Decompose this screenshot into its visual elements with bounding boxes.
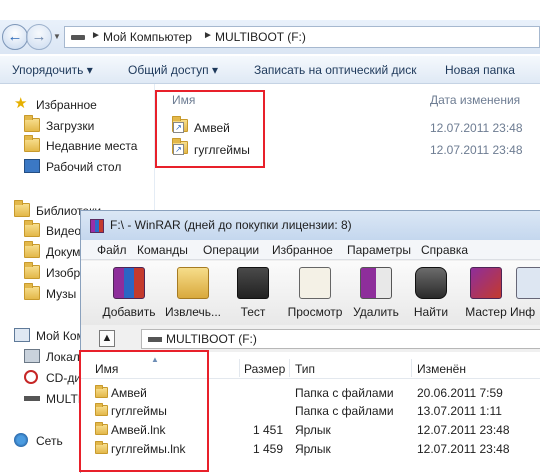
- downloads-folder-icon: [24, 115, 40, 132]
- column-header-date[interactable]: Дата изменения: [430, 93, 520, 107]
- row-size: 1 451: [252, 423, 283, 437]
- history-dropdown-icon[interactable]: ▼: [53, 32, 61, 41]
- row-modified: 20.06.2011 7:59: [417, 386, 503, 400]
- delete-icon: [360, 267, 392, 299]
- row-type: Ярлык: [295, 442, 331, 456]
- music-library-icon: [24, 283, 40, 300]
- winrar-app-icon: [90, 219, 104, 233]
- extract-button[interactable]: Извлечь...: [161, 265, 225, 323]
- find-binoculars-icon: [415, 267, 447, 299]
- recent-places-icon: [24, 135, 40, 152]
- row-modified: 12.07.2011 23:48: [417, 442, 510, 456]
- share-button[interactable]: Общий доступ ▾: [128, 63, 218, 77]
- column-header-size[interactable]: Размер: [244, 362, 285, 376]
- winrar-title-bar[interactable]: F:\ - WinRAR (дней до покупки лицензии: …: [81, 211, 540, 240]
- breadcrumb-drive[interactable]: MULTIBOOT (F:): [215, 30, 306, 44]
- address-bar: ← → ▼ ► Мой Компьютер ► MULTIBOOT (F:): [0, 20, 540, 54]
- column-header-type[interactable]: Тип: [295, 362, 315, 376]
- extract-folder-icon: [177, 267, 209, 299]
- images-library-icon: [24, 262, 40, 279]
- video-library-icon: [24, 220, 40, 237]
- path-field[interactable]: MULTIBOOT (F:): [141, 329, 540, 349]
- menu-file[interactable]: Файл: [97, 243, 127, 257]
- column-divider[interactable]: [239, 359, 240, 377]
- cd-drive-icon: [24, 370, 38, 384]
- command-bar: Упорядочить ▾ Общий доступ ▾ Записать на…: [0, 56, 540, 84]
- breadcrumb-arrow-icon[interactable]: ►: [203, 30, 213, 41]
- row-type: Ярлык: [295, 423, 331, 437]
- winrar-menu-bar: Файл Команды Операции Избранное Параметр…: [81, 240, 540, 260]
- view-glasses-icon: [299, 267, 331, 299]
- winrar-window: F:\ - WinRAR (дней до покупки лицензии: …: [79, 210, 540, 473]
- winrar-title: F:\ - WinRAR (дней до покупки лицензии: …: [110, 218, 352, 232]
- winrar-toolbar: Добавить Извлечь... Тест Просмотр Удалит…: [81, 261, 540, 325]
- archive-books-icon: [113, 267, 145, 299]
- info-button[interactable]: Инф: [506, 265, 540, 323]
- row-modified: 13.07.2011 1:11: [417, 404, 502, 418]
- add-button[interactable]: Добавить: [97, 265, 161, 323]
- local-disk-icon: [24, 349, 40, 363]
- info-icon: [516, 267, 540, 299]
- column-divider[interactable]: [289, 359, 290, 377]
- menu-favorites[interactable]: Избранное: [272, 243, 333, 257]
- row-type: Папка с файлами: [295, 386, 394, 400]
- organize-button[interactable]: Упорядочить ▾: [12, 63, 93, 77]
- column-divider[interactable]: [411, 359, 412, 377]
- row-type: Папка с файлами: [295, 404, 394, 418]
- menu-operations[interactable]: Операции: [203, 243, 259, 257]
- back-button[interactable]: ←: [2, 24, 28, 50]
- libraries-icon: [14, 200, 30, 217]
- wizard-icon: [470, 267, 502, 299]
- computer-icon: [14, 328, 30, 342]
- address-box[interactable]: ► Мой Компьютер ► MULTIBOOT (F:): [64, 26, 540, 48]
- drive-icon: [148, 337, 162, 342]
- row-modified: 12.07.2011 23:48: [417, 423, 510, 437]
- forward-button[interactable]: →: [26, 24, 52, 50]
- column-header-modified[interactable]: Изменён: [417, 362, 466, 376]
- up-folder-button[interactable]: ▲: [99, 330, 115, 347]
- burn-button[interactable]: Записать на оптический диск: [254, 63, 417, 77]
- file-date: 12.07.2011 23:48: [430, 143, 523, 157]
- test-check-icon: [237, 267, 269, 299]
- row-size: 1 459: [252, 442, 283, 456]
- test-button[interactable]: Тест: [221, 265, 285, 323]
- star-icon: ★: [14, 95, 28, 112]
- winrar-path-bar: ▲ MULTIBOOT (F:): [81, 328, 540, 350]
- path-text: MULTIBOOT (F:): [166, 332, 257, 346]
- new-folder-button[interactable]: Новая папка: [445, 63, 515, 77]
- file-date: 12.07.2011 23:48: [430, 121, 523, 135]
- documents-library-icon: [24, 241, 40, 258]
- breadcrumb-arrow-icon[interactable]: ►: [91, 30, 101, 41]
- menu-commands[interactable]: Команды: [137, 243, 188, 257]
- highlight-box-explorer: [155, 90, 265, 168]
- menu-help[interactable]: Справка: [421, 243, 468, 257]
- desktop-icon: [24, 159, 40, 173]
- menu-options[interactable]: Параметры: [347, 243, 411, 257]
- view-button[interactable]: Просмотр: [283, 265, 347, 323]
- network-icon: [14, 433, 28, 447]
- breadcrumb-computer[interactable]: Мой Компьютер: [103, 30, 192, 44]
- usb-drive-icon: [24, 396, 40, 401]
- drive-icon: [71, 35, 85, 40]
- highlight-box-winrar: [79, 350, 209, 472]
